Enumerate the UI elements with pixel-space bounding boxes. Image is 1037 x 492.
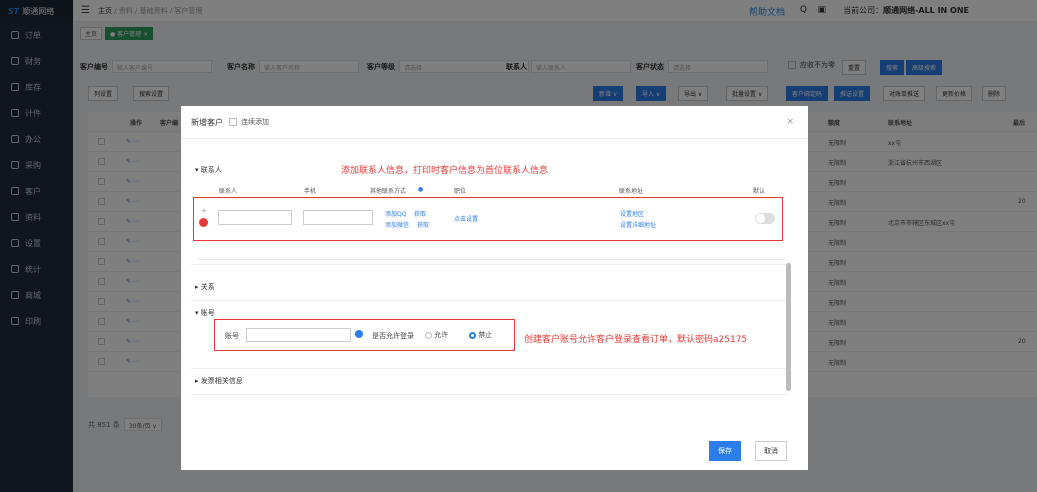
add-qq-link[interactable]: 添加QQ bbox=[385, 209, 406, 218]
close-icon[interactable]: × bbox=[786, 117, 794, 127]
divider bbox=[191, 394, 788, 395]
relation-section-toggle[interactable]: ▸ 关系 bbox=[195, 282, 215, 292]
contact-section-toggle[interactable]: ▾ 联系人 bbox=[195, 165, 222, 175]
account-section-toggle[interactable]: ▾ 账号 bbox=[195, 308, 215, 318]
position-set-link[interactable]: 点击设置 bbox=[454, 214, 478, 223]
contact-phone-input[interactable] bbox=[303, 210, 373, 225]
radio-circle bbox=[425, 331, 432, 339]
set-address-link[interactable]: 设置详细地址 bbox=[620, 220, 656, 229]
new-customer-dialog: 新增客户 连续添加 × ▾ 联系人 添加联系人信息，打印时客户信息为首位联系人信… bbox=[181, 106, 808, 470]
cancel-button[interactable]: 取消 bbox=[755, 441, 787, 461]
add-row-icon[interactable]: + bbox=[201, 207, 207, 215]
allow-login-radio[interactable]: 允许 bbox=[425, 330, 448, 340]
help-icon: ● bbox=[418, 186, 424, 193]
get-qq-link[interactable]: 获取 bbox=[414, 209, 426, 218]
divider bbox=[191, 368, 788, 369]
dialog-title: 新增客户 bbox=[191, 117, 223, 127]
remove-row-icon[interactable] bbox=[199, 218, 208, 227]
divider bbox=[191, 300, 788, 301]
contact-annotation: 添加联系人信息，打印时客户信息为首位联系人信息 bbox=[341, 166, 549, 176]
info-icon bbox=[355, 330, 363, 338]
divider bbox=[191, 264, 788, 265]
add-wechat-link[interactable]: 添加微信 bbox=[385, 220, 409, 229]
radio-circle bbox=[469, 331, 476, 339]
get-wechat-link[interactable]: 获取 bbox=[417, 220, 429, 229]
default-toggle[interactable] bbox=[755, 213, 775, 224]
set-region-link[interactable]: 设置地区 bbox=[620, 209, 644, 218]
invoice-section-toggle[interactable]: ▸ 发票相关信息 bbox=[195, 376, 243, 386]
account-input[interactable] bbox=[246, 328, 351, 342]
forbid-login-radio[interactable]: 禁止 bbox=[469, 330, 492, 340]
save-button[interactable]: 保存 bbox=[709, 441, 741, 461]
contact-name-input[interactable] bbox=[218, 210, 292, 225]
account-annotation: 创建客户账号允许客户登录查看订单，默认密码a25175 bbox=[524, 335, 748, 345]
dialog-scrollbar[interactable] bbox=[786, 263, 791, 391]
continuous-add-checkbox[interactable] bbox=[229, 118, 237, 126]
